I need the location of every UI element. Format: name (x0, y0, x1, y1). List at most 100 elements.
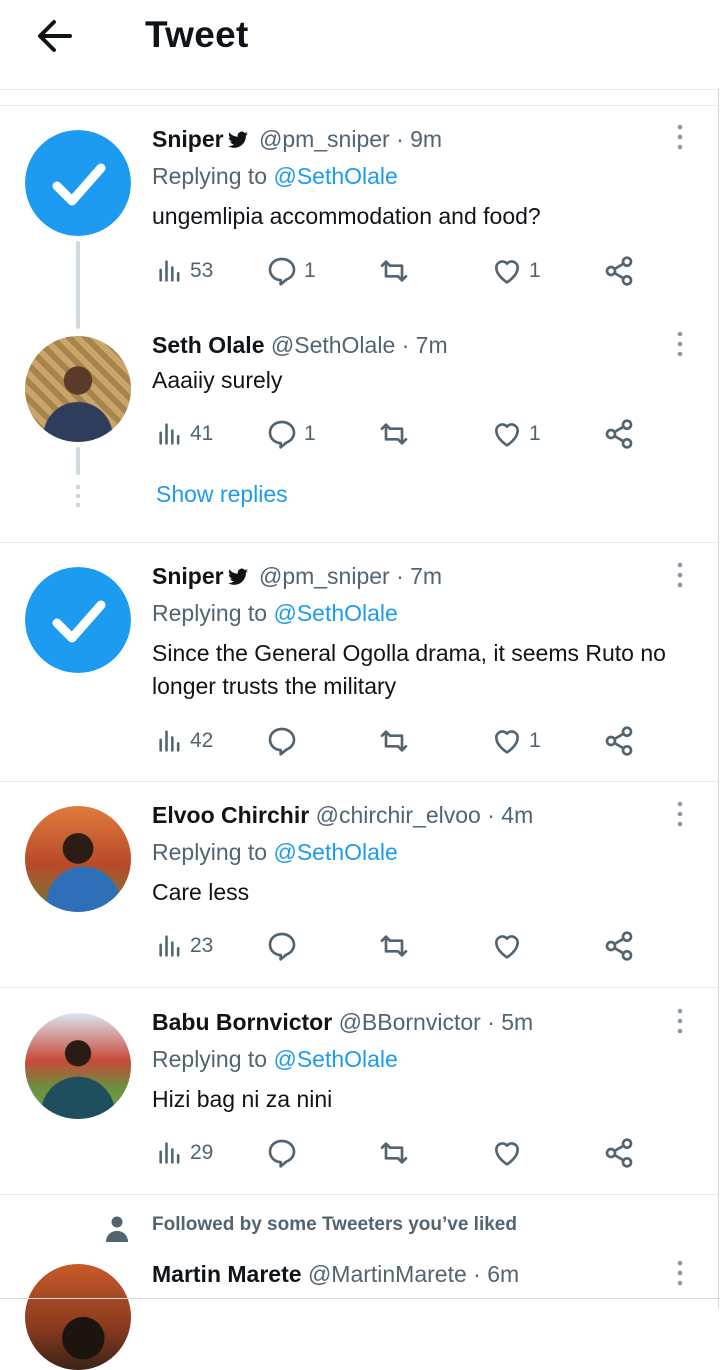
author-name[interactable]: Elvoo Chirchir (152, 802, 309, 828)
verified-avatar[interactable] (25, 567, 131, 673)
author-name[interactable]: Martin Marete (152, 1261, 302, 1287)
views-icon (159, 423, 180, 445)
user-avatar[interactable] (25, 336, 131, 442)
thread-line (76, 241, 80, 329)
mention-link[interactable]: @SethOlale (273, 163, 397, 189)
divider (0, 781, 720, 782)
reply-icon (268, 727, 296, 756)
back-button[interactable] (30, 12, 82, 60)
more-icon[interactable] (670, 1259, 690, 1289)
share-icon (605, 419, 633, 449)
reply-icon (268, 420, 296, 449)
timestamp[interactable]: · 9m (396, 126, 442, 152)
author-handle[interactable]: @BBornvictor (339, 1009, 481, 1035)
mention-link[interactable]: @SethOlale (273, 839, 397, 865)
views-button[interactable]: 42 (156, 721, 213, 761)
timestamp[interactable]: · 5m (487, 1009, 533, 1035)
retweet-button[interactable] (378, 926, 416, 966)
more-icon[interactable] (670, 800, 690, 830)
heart-icon (494, 423, 520, 447)
more-icon[interactable] (670, 123, 690, 153)
retweet-button[interactable] (378, 1133, 416, 1173)
share-button[interactable] (603, 721, 635, 761)
mention-link[interactable]: @SethOlale (273, 600, 397, 626)
author-handle[interactable]: @pm_sniper (259, 563, 390, 589)
views-button[interactable]: 29 (156, 1133, 213, 1173)
like-button[interactable] (491, 1133, 529, 1173)
views-button[interactable]: 23 (156, 926, 213, 966)
divider (0, 542, 720, 543)
more-icon[interactable] (670, 561, 690, 591)
like-button[interactable] (491, 926, 529, 966)
tweet-text: Since the General Ogolla drama, it seems… (152, 640, 666, 699)
share-button[interactable] (603, 1133, 635, 1173)
reply-button[interactable] (266, 1133, 304, 1173)
author-handle[interactable]: @chirchir_elvoo (316, 802, 481, 828)
views-button[interactable]: 41 (156, 414, 213, 454)
more-icon[interactable] (670, 1007, 690, 1037)
like-button[interactable]: 1 (491, 414, 541, 454)
bottom-divider (0, 1298, 720, 1299)
author-handle[interactable]: @MartinMarete (308, 1261, 467, 1287)
divider (0, 105, 720, 106)
reply-icon (268, 932, 296, 961)
reply-button[interactable]: 1 (266, 251, 316, 291)
share-button[interactable] (603, 926, 635, 966)
timestamp[interactable]: · 7m (402, 332, 448, 358)
retweet-button[interactable] (378, 251, 416, 291)
replying-to-label: Replying to (152, 1046, 268, 1072)
timestamp[interactable]: · 4m (487, 802, 533, 828)
bird-icon (227, 568, 248, 585)
bird-icon (227, 131, 248, 148)
user-avatar[interactable] (25, 806, 131, 912)
reply-button[interactable] (266, 721, 304, 761)
reply-icon (268, 257, 296, 286)
tweet-actions: 29 (152, 1133, 652, 1173)
tweet-actions: 42 1 (152, 721, 652, 761)
thread-dots-icon (75, 484, 81, 508)
author-name[interactable]: Seth Olale (152, 332, 264, 358)
replying-to-label: Replying to (152, 839, 268, 865)
author-name[interactable]: Babu Bornvictor (152, 1009, 332, 1035)
more-icon[interactable] (670, 330, 690, 360)
reply-button[interactable]: 1 (266, 414, 316, 454)
top-bar: Tweet (0, 0, 720, 88)
verified-avatar[interactable] (25, 130, 131, 236)
replying-to-label: Replying to (152, 163, 268, 189)
author-name[interactable]: Sniper (152, 126, 224, 152)
reply-count: 1 (304, 422, 316, 445)
like-count: 1 (529, 422, 541, 445)
reply-icon (268, 1139, 296, 1168)
share-icon (605, 931, 633, 961)
retweet-button[interactable] (378, 414, 416, 454)
user-avatar[interactable] (25, 1264, 131, 1370)
timestamp[interactable]: · 6m (473, 1261, 519, 1287)
thread-line (76, 447, 80, 475)
timestamp[interactable]: · 7m (396, 563, 442, 589)
arrow-left-icon (38, 20, 72, 52)
views-count: 23 (190, 934, 214, 957)
author-name[interactable]: Sniper (152, 563, 224, 589)
person-icon (106, 1216, 128, 1242)
author-handle[interactable]: @pm_sniper (259, 126, 390, 152)
reply-button[interactable] (266, 926, 304, 966)
like-button[interactable]: 1 (491, 251, 541, 291)
share-button[interactable] (603, 414, 635, 454)
tweet-actions: 23 (152, 926, 652, 966)
tweet-text: Care less (152, 879, 250, 905)
mention-link[interactable]: @SethOlale (273, 1046, 397, 1072)
views-count: 29 (190, 1141, 214, 1164)
retweet-button[interactable] (378, 721, 416, 761)
share-button[interactable] (603, 251, 635, 291)
like-count: 1 (529, 259, 541, 282)
like-button[interactable]: 1 (491, 721, 541, 761)
reply-count: 1 (304, 259, 316, 282)
views-button[interactable]: 53 (156, 251, 213, 291)
author-handle[interactable]: @SethOlale (271, 332, 395, 358)
tweet-text: Aaaiiy surely (152, 367, 283, 393)
show-replies-link[interactable]: Show replies (156, 481, 288, 508)
user-avatar[interactable] (25, 1013, 131, 1119)
views-count: 53 (190, 259, 214, 282)
tweet-text: Hizi bag ni za nini (152, 1086, 333, 1112)
heart-icon (494, 1142, 520, 1166)
